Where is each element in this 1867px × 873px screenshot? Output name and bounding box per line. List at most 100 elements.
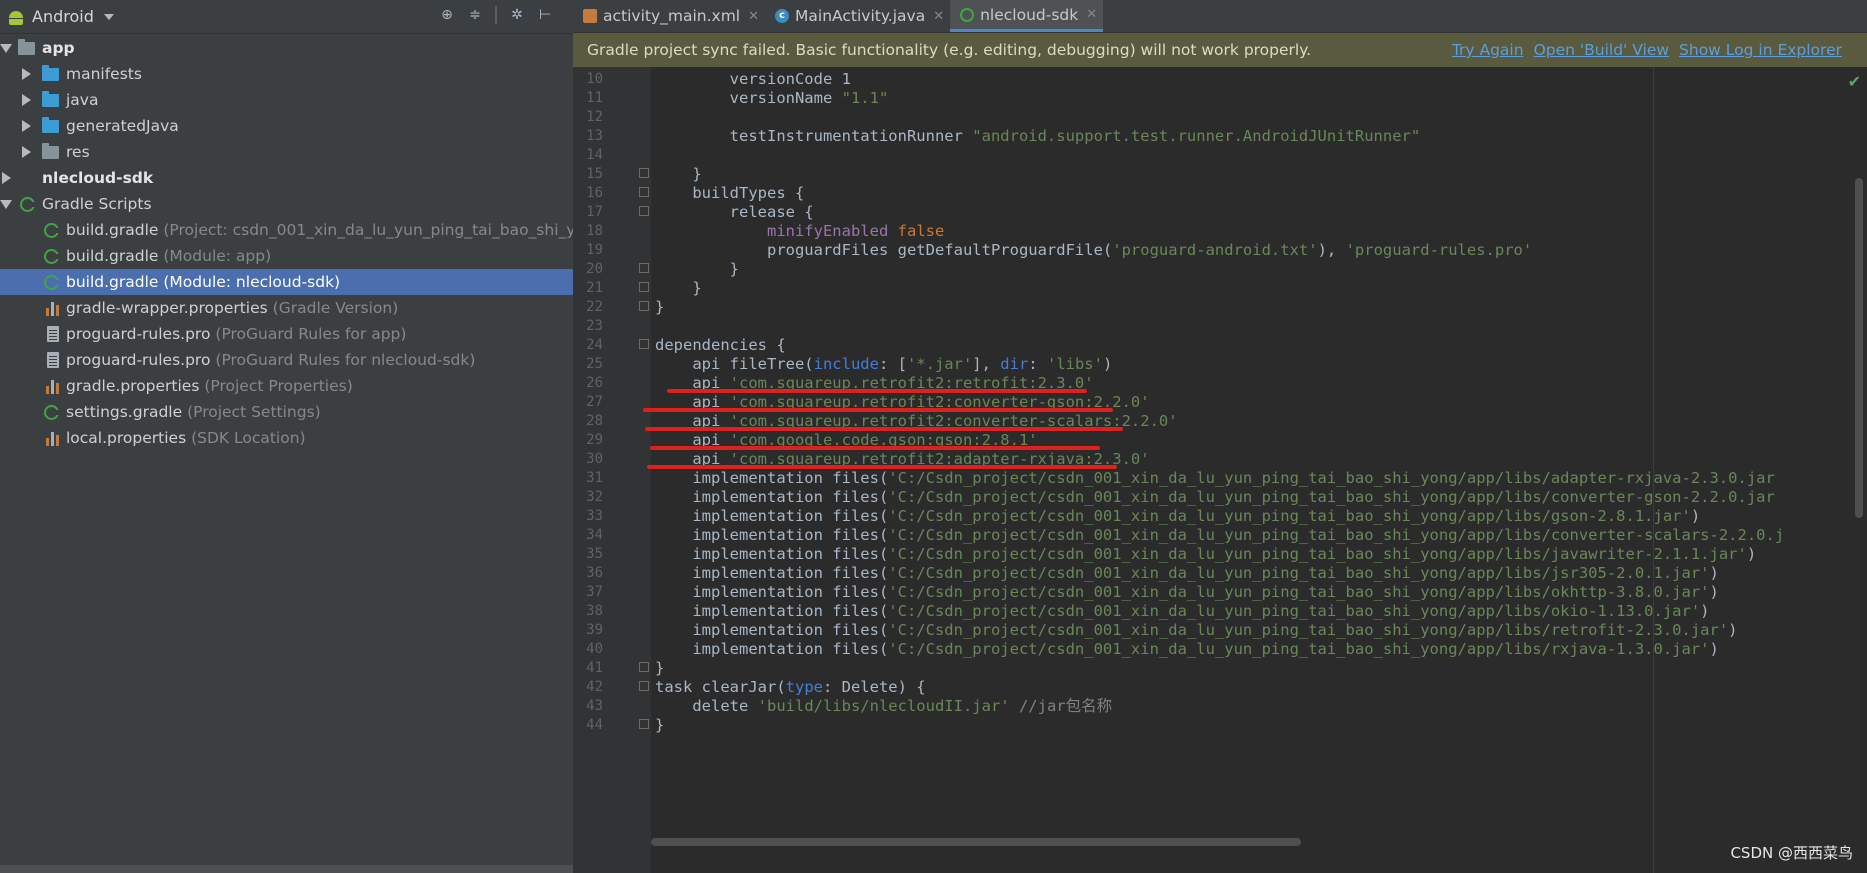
tree-item-build-gradle-app[interactable]: build.gradle (Module: app) (0, 243, 573, 269)
tree-item-text: proguard-rules.pro (ProGuard Rules for n… (66, 351, 475, 369)
editor-vscrollbar[interactable] (1855, 178, 1863, 518)
expand-arrow-icon[interactable] (20, 68, 32, 80)
red-annotation-stroke (643, 408, 1113, 412)
project-panel-header: Android ⊕ ≑ ✲ ⊢ (0, 0, 573, 34)
tree-item-hint: (SDK Location) (191, 429, 306, 447)
expand-arrow-icon[interactable] (0, 172, 12, 184)
tree-item-text: gradle.properties (Project Properties) (66, 377, 353, 395)
tree-item-proguard-nlecloud[interactable]: proguard-rules.pro (ProGuard Rules for n… (0, 347, 573, 373)
resource-folder-icon (42, 143, 59, 159)
close-icon[interactable]: ✕ (748, 9, 759, 24)
project-panel: Android ⊕ ≑ ✲ ⊢ app manifests java gener… (0, 0, 573, 873)
fold-marker-icon[interactable] (639, 206, 649, 216)
editor-hscrollbar[interactable] (651, 838, 1301, 846)
project-panel-hscrollbar[interactable] (0, 865, 573, 873)
code-editor[interactable]: 10 versionCode 1 11 versionName "1.1" 12 13… (573, 67, 1867, 873)
tree-item-text: gradle-wrapper.properties (Gradle Versio… (66, 299, 398, 317)
tab-mainactivity-java[interactable]: c MainActivity.java ✕ (765, 0, 950, 32)
fold-marker-icon[interactable] (639, 719, 649, 729)
tree-item-hint: (ProGuard Rules for nlecloud-sdk) (215, 351, 476, 369)
tree-item-hint: (Module: nlecloud-sdk) (163, 273, 341, 291)
tree-item-hint: (ProGuard Rules for app) (215, 325, 407, 343)
tree-item-label: manifests (66, 65, 142, 83)
close-icon[interactable]: ✕ (1086, 7, 1097, 22)
tree-item-build-gradle-project[interactable]: build.gradle (Project: csdn_001_xin_da_l… (0, 217, 573, 243)
show-log-link[interactable]: Show Log in Explorer (1679, 41, 1842, 59)
project-view-selector[interactable]: Android (32, 7, 94, 26)
tree-item-build-gradle-nlecloud[interactable]: build.gradle (Module: nlecloud-sdk) (0, 269, 573, 295)
properties-file-icon (46, 378, 60, 394)
expand-arrow-icon[interactable] (20, 146, 32, 158)
expand-arrow-icon[interactable] (20, 94, 32, 106)
hide-panel-icon[interactable]: ⊢ (537, 7, 553, 23)
fold-marker-icon[interactable] (639, 301, 649, 311)
tree-item-generatedjava[interactable]: generatedJava (0, 113, 573, 139)
tab-nlecloud-sdk[interactable]: nlecloud-sdk ✕ (950, 0, 1104, 32)
gradle-icon (44, 223, 60, 238)
text-file-icon (47, 352, 59, 368)
expand-arrow-icon[interactable] (20, 120, 32, 132)
fold-marker-icon[interactable] (639, 187, 649, 197)
fold-marker-icon[interactable] (639, 662, 649, 672)
code-text: } (655, 298, 665, 316)
chevron-down-icon[interactable] (103, 13, 114, 20)
tree-item-settings-gradle[interactable]: settings.gradle (Project Settings) (0, 399, 573, 425)
tree-item-manifests[interactable]: manifests (0, 61, 573, 87)
tree-item-gradle-properties[interactable]: gradle.properties (Project Properties) (0, 373, 573, 399)
tree-item-local-properties[interactable]: local.properties (SDK Location) (0, 425, 573, 451)
watermark: CSDN @西西菜鸟 (1730, 844, 1853, 862)
close-icon[interactable]: ✕ (933, 9, 944, 24)
open-build-view-link[interactable]: Open 'Build' View (1534, 41, 1669, 59)
tree-item-gradle-scripts[interactable]: Gradle Scripts (0, 191, 573, 217)
gear-icon[interactable]: ✲ (509, 7, 525, 23)
folder-icon (42, 65, 59, 81)
fold-marker-icon[interactable] (639, 168, 649, 178)
tab-label: activity_main.xml (603, 7, 741, 25)
tree-item-label: gradle-wrapper.properties (66, 299, 268, 317)
tree-item-text: settings.gradle (Project Settings) (66, 403, 321, 421)
tree-item-app[interactable]: app (0, 35, 573, 61)
tree-item-gradle-wrapper[interactable]: gradle-wrapper.properties (Gradle Versio… (0, 295, 573, 321)
tree-item-label: nlecloud-sdk (42, 169, 154, 187)
red-annotation-stroke (647, 465, 1117, 469)
banner-actions: Try Again Open 'Build' View Show Log in … (1452, 41, 1842, 59)
tree-item-label: build.gradle (66, 247, 159, 265)
module-folder-icon (18, 39, 35, 55)
tree-item-text: build.gradle (Module: nlecloud-sdk) (66, 273, 340, 291)
gradle-icon (44, 275, 60, 290)
tree-item-proguard-app[interactable]: proguard-rules.pro (ProGuard Rules for a… (0, 321, 573, 347)
tree-item-label: java (66, 91, 99, 109)
text-file-icon (47, 326, 59, 342)
tree-item-res[interactable]: res (0, 139, 573, 165)
try-again-link[interactable]: Try Again (1452, 41, 1524, 59)
properties-file-icon (46, 300, 60, 316)
editor-area: activity_main.xml ✕ c MainActivity.java … (573, 0, 1867, 873)
fold-marker-icon[interactable] (639, 681, 649, 691)
tree-item-label: generatedJava (66, 117, 179, 135)
scroll-from-source-icon[interactable]: ⊕ (439, 7, 455, 23)
tree-item-text: build.gradle (Module: app) (66, 247, 271, 265)
tree-item-hint: (Gradle Version) (272, 299, 399, 317)
red-annotation-stroke (667, 389, 1087, 393)
expand-arrow-icon[interactable] (0, 198, 12, 210)
line-number: 44 (586, 717, 603, 733)
editor-tabs: activity_main.xml ✕ c MainActivity.java … (573, 0, 1867, 33)
android-icon (8, 9, 24, 25)
expand-arrow-icon[interactable] (0, 42, 12, 54)
sync-failed-banner: Gradle project sync failed. Basic functi… (573, 33, 1867, 67)
tree-item-java[interactable]: java (0, 87, 573, 113)
tab-activity-main-xml[interactable]: activity_main.xml ✕ (573, 0, 765, 32)
collapse-all-icon[interactable]: ≑ (467, 7, 483, 23)
folder-icon (42, 91, 59, 107)
gradle-icon (20, 197, 36, 212)
fold-marker-icon[interactable] (639, 282, 649, 292)
code-text: proguardFiles getDefaultProguardFile('pr… (655, 241, 1533, 259)
java-class-icon: c (775, 9, 790, 23)
tree-item-label: gradle.properties (66, 377, 200, 395)
tree-item-label: local.properties (66, 429, 187, 447)
fold-marker-icon[interactable] (639, 339, 649, 349)
tree-item-hint: (Project Properties) (204, 377, 353, 395)
tree-item-nlecloud-sdk[interactable]: nlecloud-sdk (0, 165, 573, 191)
toolbar-divider (495, 6, 497, 24)
fold-marker-icon[interactable] (639, 263, 649, 273)
